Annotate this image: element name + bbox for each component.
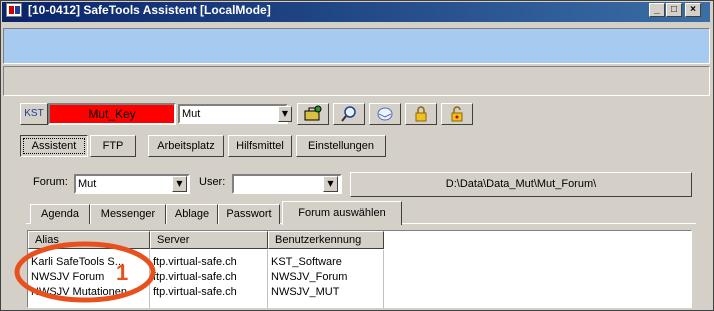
key-field[interactable]: Mut_Key <box>48 103 176 125</box>
minimize-button[interactable]: _ <box>649 3 665 17</box>
nav-ftp-button[interactable]: FTP <box>90 135 136 157</box>
annotation-circle <box>14 241 156 303</box>
column-header-benutzerkennung[interactable]: Benutzerkennung <box>268 231 384 249</box>
toolbox-icon <box>304 105 322 121</box>
tab-ablage[interactable]: Ablage <box>166 204 218 224</box>
app-icon[interactable] <box>6 3 22 17</box>
unlock-button[interactable] <box>441 103 473 125</box>
annotation-ring <box>14 241 156 303</box>
forum-path-button[interactable]: D:\Data\Data_Mut\Mut_Forum\ <box>350 172 692 197</box>
kst-button[interactable]: KST <box>20 103 48 125</box>
nav-hilfsmittel-button[interactable]: Hilfsmittel <box>228 135 292 157</box>
info-banner <box>3 28 710 64</box>
search-button[interactable] <box>333 103 365 125</box>
search-icon <box>341 106 356 122</box>
kst-icon: KST <box>24 108 44 119</box>
unlock-icon <box>451 106 463 122</box>
mut-combo-dropdown-button[interactable]: ▼ <box>278 106 292 122</box>
cell-benutzerkennung: NWSJV_MUT <box>271 286 340 298</box>
tab-passwort[interactable]: Passwort <box>218 204 280 224</box>
nav-arbeitsplatz-button[interactable]: Arbeitsplatz <box>148 135 224 157</box>
cell-benutzerkennung: KST_Software <box>271 256 342 268</box>
forum-label: Forum: <box>33 176 68 188</box>
cell-benutzerkennung: NWSJV_Forum <box>271 271 348 283</box>
tab-messenger[interactable]: Messenger <box>90 204 166 224</box>
status-panel <box>3 66 710 96</box>
lock-button[interactable] <box>405 103 437 125</box>
toolbox-button[interactable] <box>297 103 329 125</box>
annotation-number: 1 <box>116 260 129 285</box>
cell-server: ftp.virtual-safe.ch <box>153 286 237 298</box>
mail-icon <box>377 107 393 121</box>
user-label: User: <box>199 176 226 188</box>
window-title: [10-0412] SafeTools Assistent [LocalMode… <box>28 3 271 17</box>
tab-forum-auswaehlen[interactable]: Forum auswählen <box>282 201 402 225</box>
column-header-server[interactable]: Server <box>150 231 268 249</box>
mail-button[interactable] <box>369 103 401 125</box>
lock-icon <box>415 106 427 122</box>
maximize-button[interactable]: □ <box>666 3 682 17</box>
nav-assistent-button[interactable]: Assistent <box>20 135 88 157</box>
close-button[interactable]: × <box>685 3 701 17</box>
cell-server: ftp.virtual-safe.ch <box>153 271 237 283</box>
user-dropdown-button[interactable]: ▼ <box>323 176 338 192</box>
mut-combo-input[interactable]: Mut <box>178 104 288 124</box>
forum-dropdown-button[interactable]: ▼ <box>172 176 187 192</box>
cell-server: ftp.virtual-safe.ch <box>153 256 237 268</box>
nav-einstellungen-button[interactable]: Einstellungen <box>296 135 386 157</box>
tab-agenda[interactable]: Agenda <box>30 204 90 224</box>
